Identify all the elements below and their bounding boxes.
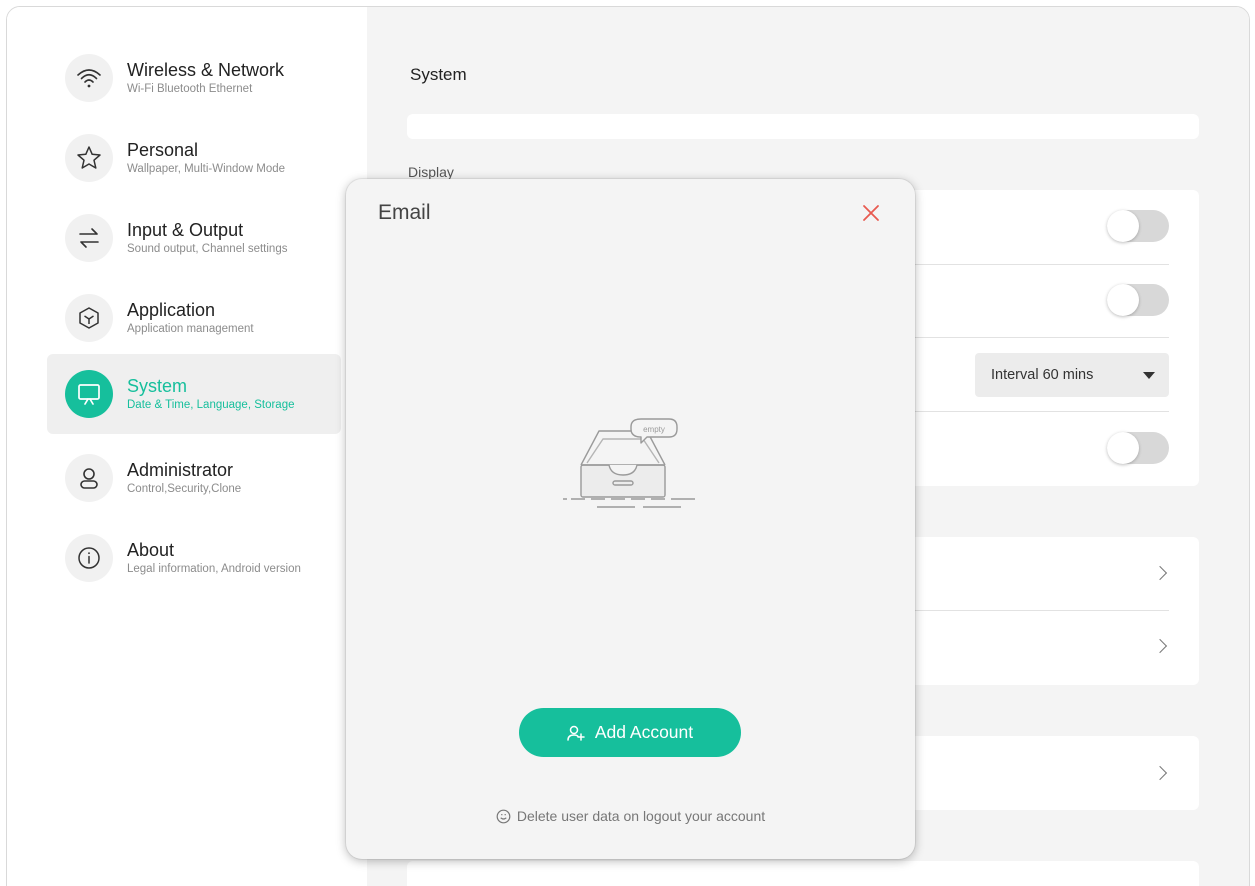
chevron-right-icon[interactable] bbox=[1152, 638, 1168, 654]
interval-select[interactable]: Interval 60 mins bbox=[975, 353, 1169, 397]
sidebar: Wireless & Network Wi-Fi Bluetooth Ether… bbox=[7, 7, 367, 886]
sidebar-item-subtitle: Wallpaper, Multi-Window Mode bbox=[127, 163, 286, 175]
sidebar-item-subtitle: Application management bbox=[127, 323, 254, 335]
sidebar-item-administrator[interactable]: Administrator Control,Security,Clone bbox=[47, 438, 341, 518]
setting-toggle[interactable] bbox=[1107, 432, 1169, 464]
sidebar-item-wireless-network[interactable]: Wireless & Network Wi-Fi Bluetooth Ether… bbox=[47, 38, 341, 118]
wifi-icon bbox=[65, 54, 113, 102]
email-dialog: Email empty Add Account Delete user data… bbox=[346, 179, 915, 859]
dialog-title: Email bbox=[378, 201, 431, 224]
logout-note-text: Delete user data on logout your account bbox=[516, 808, 766, 824]
close-icon[interactable] bbox=[861, 203, 881, 223]
sidebar-item-title: Administrator bbox=[127, 460, 234, 480]
chevron-right-icon[interactable] bbox=[1152, 765, 1168, 781]
user-icon bbox=[65, 454, 113, 502]
empty-inbox-illustration: empty bbox=[563, 418, 695, 508]
cube-icon bbox=[65, 294, 113, 342]
setting-toggle[interactable] bbox=[1107, 284, 1169, 316]
sidebar-item-title: System bbox=[127, 376, 188, 396]
info-icon bbox=[65, 534, 113, 582]
add-account-label: Add Account bbox=[594, 722, 694, 742]
sidebar-item-title: Wireless & Network bbox=[127, 60, 285, 80]
sidebar-item-title: Personal bbox=[127, 140, 199, 160]
sidebar-item-personal[interactable]: Personal Wallpaper, Multi-Window Mode bbox=[47, 118, 341, 198]
bottom-card bbox=[407, 861, 1199, 886]
caret-down-icon bbox=[1143, 372, 1155, 379]
page-title: System bbox=[410, 65, 467, 84]
sidebar-item-subtitle: Wi-Fi Bluetooth Ethernet bbox=[127, 83, 253, 95]
sidebar-item-input-output[interactable]: Input & Output Sound output, Channel set… bbox=[47, 198, 341, 278]
add-account-button[interactable]: Add Account bbox=[519, 708, 741, 757]
add-user-icon bbox=[567, 725, 585, 741]
star-icon bbox=[65, 134, 113, 182]
swap-arrows-icon bbox=[65, 214, 113, 262]
smile-icon bbox=[496, 809, 511, 823]
section-label-display: Display bbox=[408, 164, 454, 180]
sidebar-item-about[interactable]: About Legal information, Android version bbox=[47, 518, 341, 598]
setting-toggle[interactable] bbox=[1107, 210, 1169, 242]
logout-note: Delete user data on logout your account bbox=[346, 808, 915, 824]
chevron-right-icon[interactable] bbox=[1152, 565, 1168, 581]
sidebar-item-title: Application bbox=[127, 300, 216, 320]
sidebar-item-subtitle: Sound output, Channel settings bbox=[127, 243, 288, 255]
sidebar-item-subtitle: Date & Time, Language, Storage bbox=[127, 399, 295, 411]
interval-select-value: Interval 60 mins bbox=[991, 367, 1094, 383]
monitor-icon bbox=[65, 370, 113, 418]
empty-bubble-text: empty bbox=[643, 425, 665, 434]
sidebar-item-title: Input & Output bbox=[127, 220, 244, 240]
sidebar-item-subtitle: Control,Security,Clone bbox=[127, 483, 242, 495]
sidebar-item-title: About bbox=[127, 540, 175, 560]
sidebar-item-system[interactable]: System Date & Time, Language, Storage bbox=[47, 354, 341, 434]
top-card bbox=[407, 114, 1199, 139]
sidebar-item-subtitle: Legal information, Android version bbox=[127, 563, 301, 575]
sidebar-item-application[interactable]: Application Application management bbox=[47, 278, 341, 358]
